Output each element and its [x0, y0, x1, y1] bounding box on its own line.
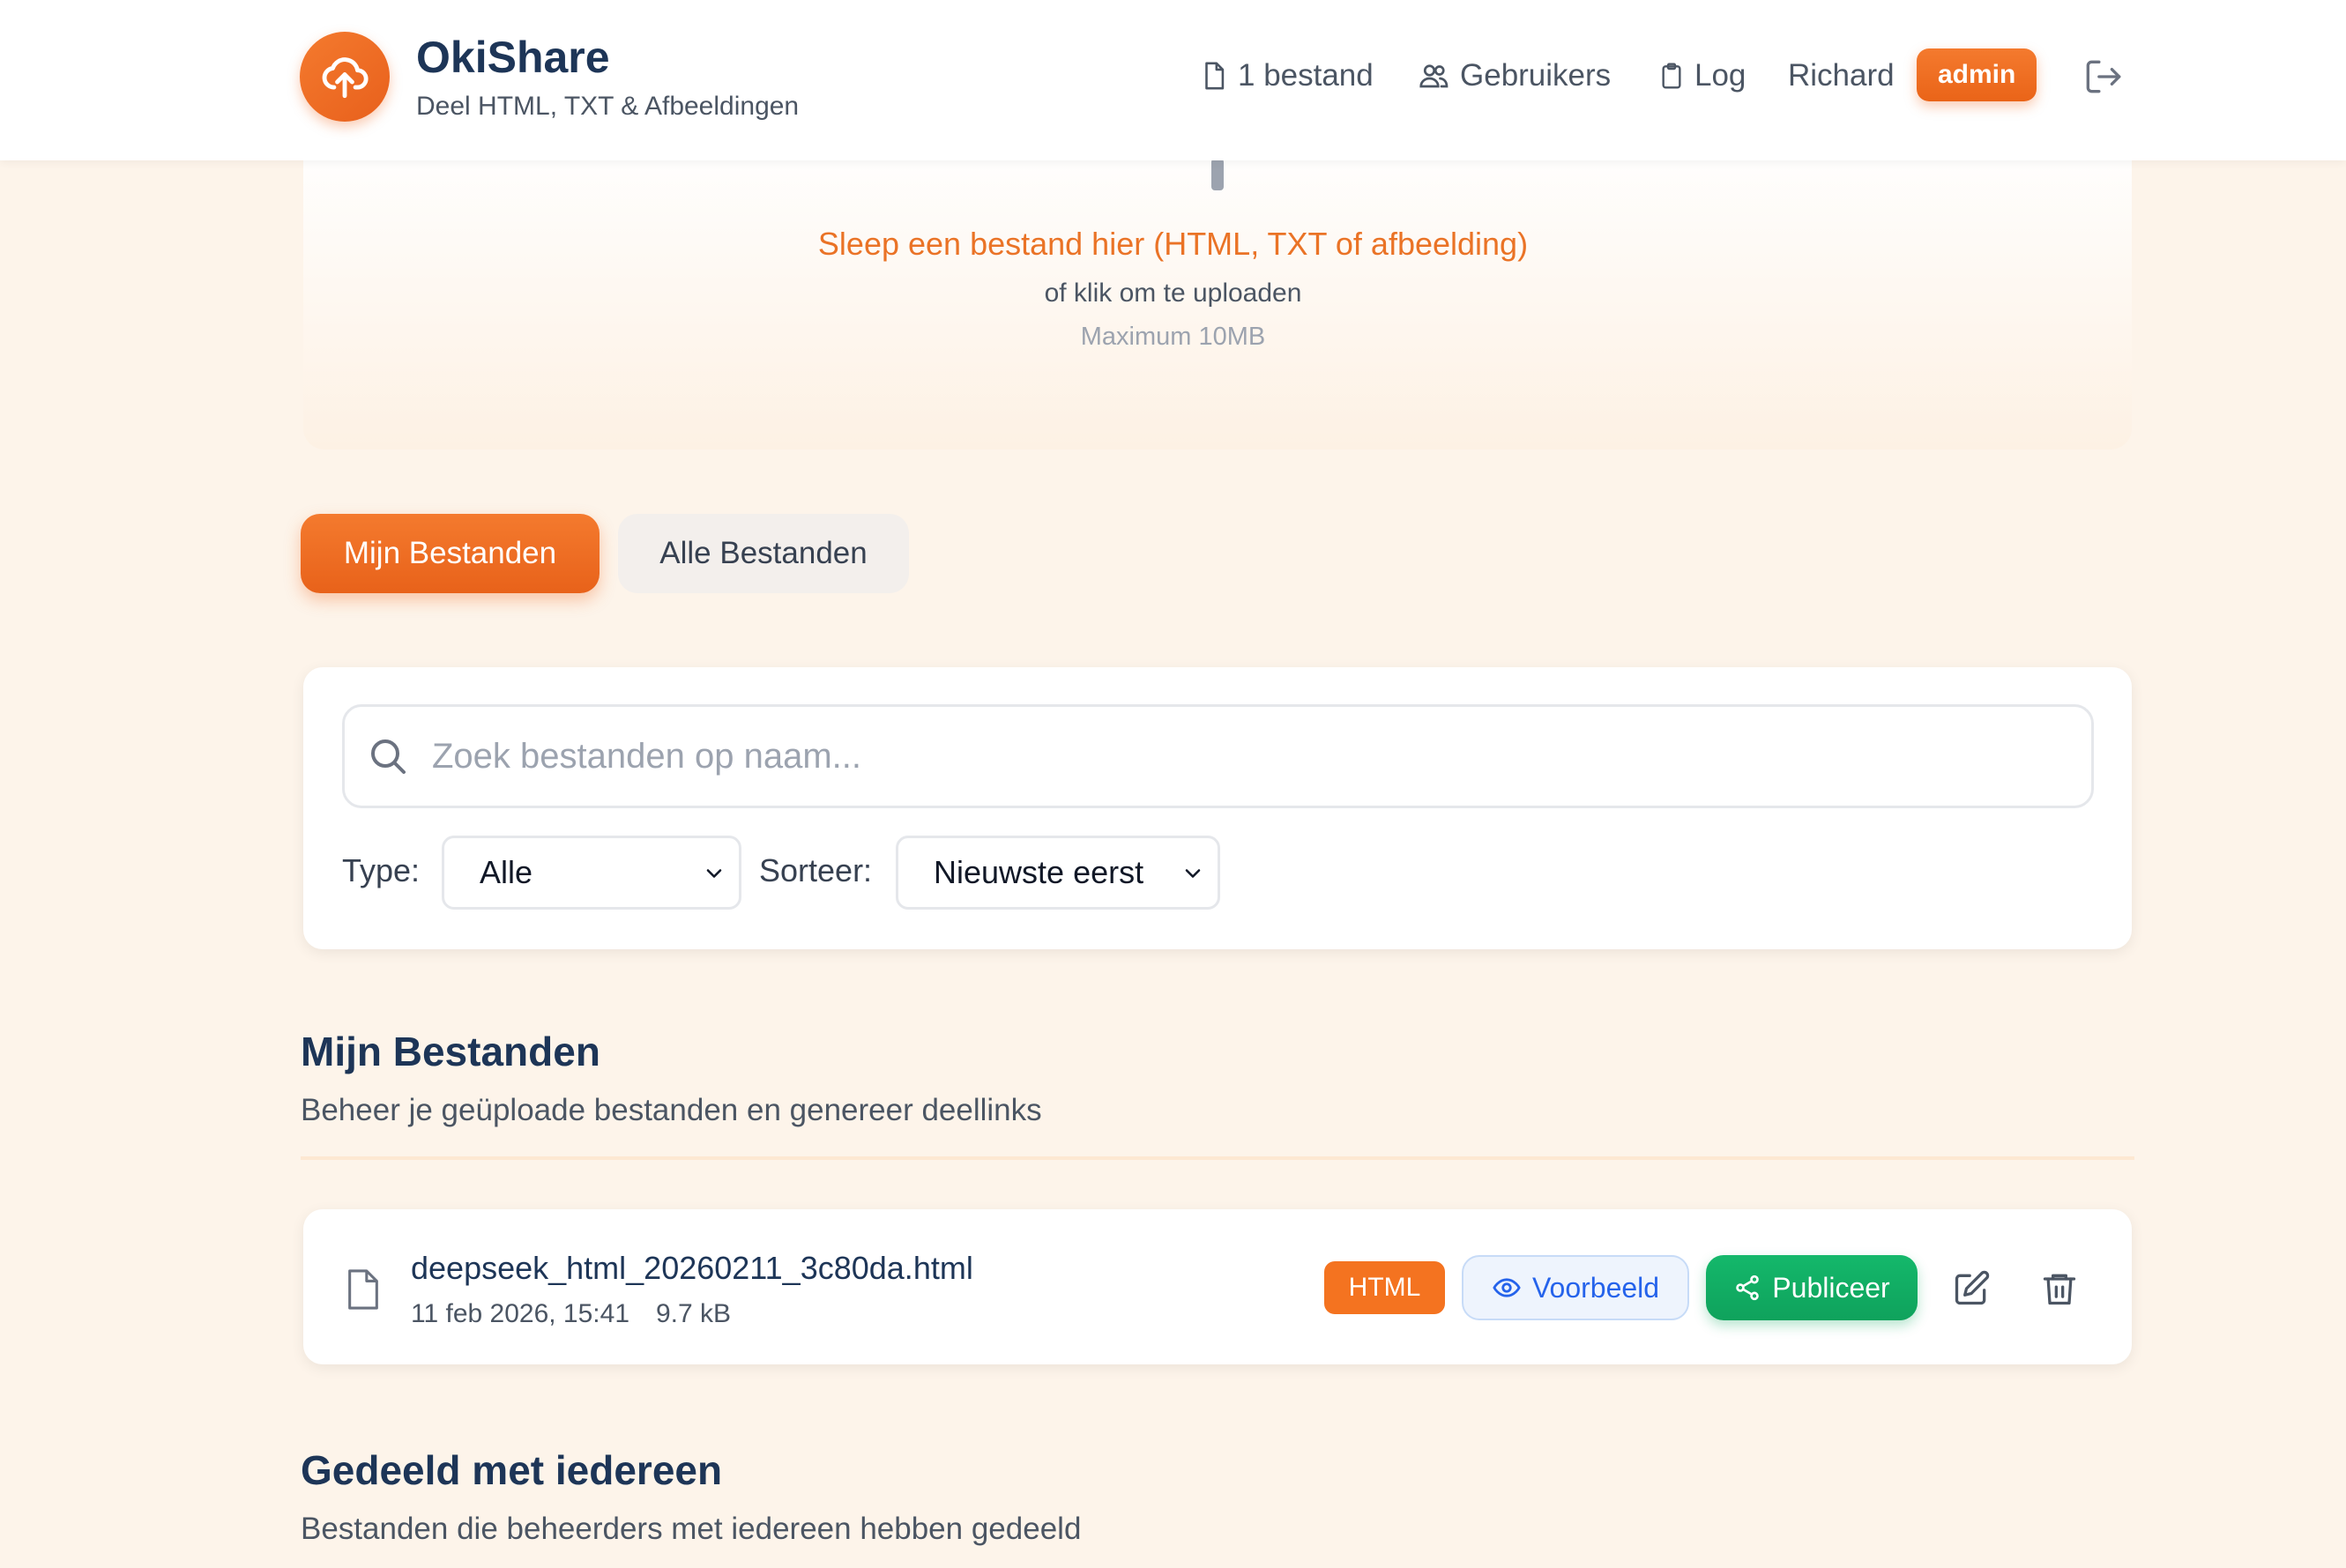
sort-select[interactable]: Nieuwste eerst [896, 836, 1220, 910]
logout-button[interactable] [2081, 55, 2125, 99]
tab-all-files[interactable]: Alle Bestanden [618, 514, 909, 593]
dropzone-subtitle: of klik om te uploaden [1044, 279, 1302, 308]
edit-icon[interactable] [1952, 1269, 1991, 1308]
nav-log-label: Log [1694, 58, 1746, 93]
app-logo[interactable] [300, 32, 390, 122]
shared-title: Gedeeld met iedereen [301, 1447, 723, 1493]
preview-button[interactable]: Voorbeeld [1462, 1255, 1689, 1320]
shared-subtitle: Bestanden die beheerders met iedereen he… [301, 1512, 1082, 1546]
publish-button-label: Publiceer [1772, 1271, 1890, 1304]
nav-files-label: 1 bestand [1238, 58, 1374, 93]
search-icon [371, 739, 406, 774]
my-files-subtitle: Beheer je geüploade bestanden en generee… [301, 1093, 1042, 1127]
current-user-name: Richard [1788, 51, 1895, 100]
file-icon [348, 1269, 378, 1310]
nav-files-link[interactable]: 1 bestand [1199, 51, 1374, 100]
share-icon [1736, 1274, 1760, 1301]
file-type-badge: HTML [1324, 1261, 1445, 1314]
publish-button[interactable]: Publiceer [1706, 1255, 1918, 1320]
eye-icon [1493, 1278, 1521, 1297]
type-filter-label: Type: [342, 852, 421, 888]
type-filter-value: Alle [480, 854, 533, 890]
app-header: OkiShare Deel HTML, TXT & Afbeeldingen 1… [0, 0, 2346, 160]
upload-cloud-icon [322, 57, 369, 99]
file-date: 11 feb 2026, 15:41 [411, 1299, 629, 1328]
type-filter-select[interactable]: Alle [442, 836, 741, 910]
search-input[interactable] [432, 728, 2063, 784]
section-divider [301, 1156, 2134, 1160]
sort-label: Sorteer: [759, 852, 873, 888]
preview-button-label: Voorbeeld [1531, 1271, 1660, 1304]
nav-users-link[interactable]: Gebruikers [1416, 51, 1611, 100]
chevron-down-icon [1185, 869, 1201, 878]
file-icon [1205, 62, 1225, 90]
clipboard-icon [1662, 63, 1681, 89]
user-name-label: Richard [1788, 58, 1895, 93]
role-badge: admin [1917, 48, 2037, 101]
file-name[interactable]: deepseek_html_20260211_3c80da.html [411, 1250, 973, 1287]
tab-my-files[interactable]: Mijn Bestanden [301, 514, 600, 593]
app-title: OkiShare [416, 33, 610, 82]
file-size: 9.7 kB [656, 1299, 732, 1328]
chevron-down-icon [706, 869, 722, 878]
app-subtitle: Deel HTML, TXT & Afbeeldingen [416, 92, 800, 121]
logout-icon [2086, 60, 2121, 93]
upload-arrow-icon [1211, 159, 1224, 190]
dropzone-title: Sleep een bestand hier (HTML, TXT of afb… [817, 226, 1529, 262]
trash-icon[interactable] [2040, 1269, 2079, 1308]
sort-value: Nieuwste eerst [934, 854, 1144, 890]
dropzone-max-size: Maximum 10MB [1080, 323, 1266, 351]
users-icon [1419, 64, 1449, 88]
my-files-title: Mijn Bestanden [301, 1029, 600, 1074]
nav-log-link[interactable]: Log [1657, 51, 1746, 100]
nav-users-label: Gebruikers [1460, 58, 1612, 93]
